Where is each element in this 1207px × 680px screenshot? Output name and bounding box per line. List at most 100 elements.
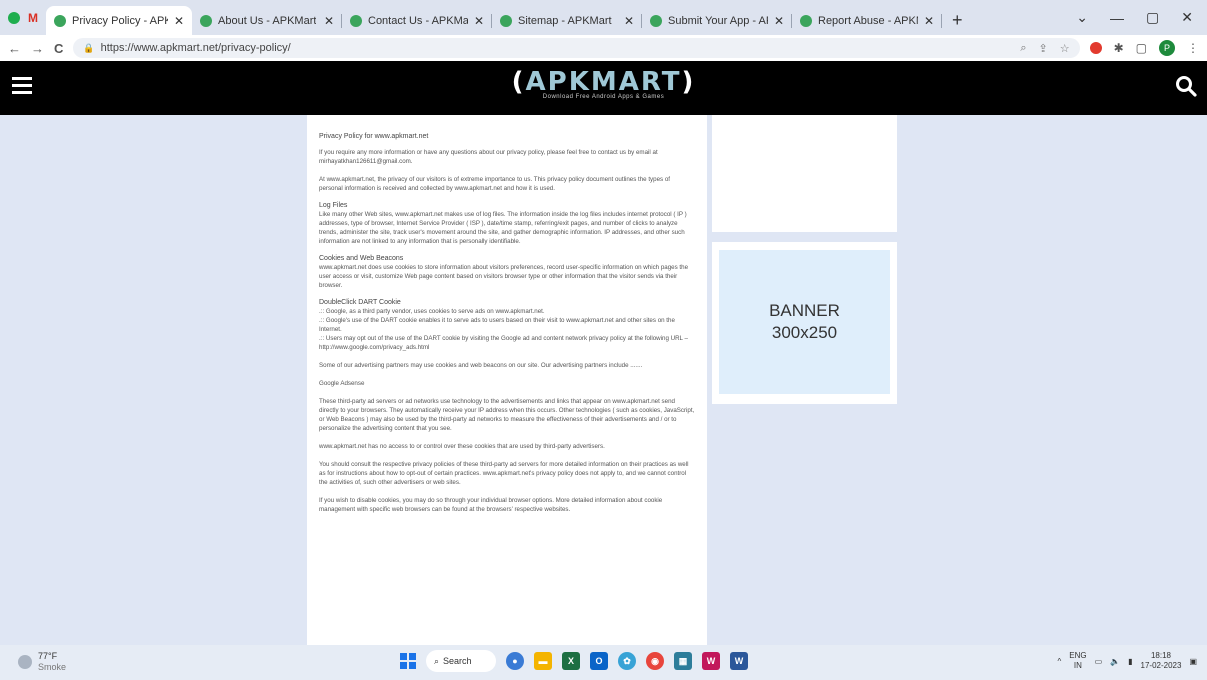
extensions-puzzle-icon[interactable]: ✱ — [1114, 41, 1124, 55]
site-favicon-icon — [500, 14, 512, 27]
close-tab-icon[interactable]: ✕ — [174, 14, 184, 28]
tab-title: Report Abuse - APKMart — [818, 14, 918, 27]
battery-icon[interactable]: ▮ — [1128, 657, 1132, 666]
minimize-button[interactable]: — — [1110, 10, 1124, 26]
tab-about-us[interactable]: About Us - APKMart ✕ — [192, 6, 342, 35]
word-icon[interactable]: W — [730, 652, 748, 670]
privacy-policy-article: Privacy Policy for www.apkmart.net If yo… — [307, 115, 707, 645]
notification-icon[interactable]: ▣ — [1189, 657, 1197, 666]
forward-icon[interactable]: → — [31, 41, 44, 56]
windows-taskbar: 77°F Smoke ⌕ Search ● ▬ X O ✿ ◉ ▦ W W ^ … — [0, 645, 1207, 680]
banner-size: 300x250 — [771, 323, 838, 342]
banner-label: BANNER — [769, 301, 840, 320]
logo-tagline: Download Free Android Apps & Games — [542, 94, 665, 100]
photos-icon[interactable]: ✿ — [618, 652, 636, 670]
site-favicon-icon — [650, 14, 662, 27]
weather-condition: Smoke — [38, 662, 67, 672]
close-tab-icon[interactable]: ✕ — [624, 14, 634, 28]
article-paragraph: If you wish to disable cookies, you may … — [319, 497, 663, 513]
site-favicon-icon — [200, 14, 212, 27]
article-heading: Privacy Policy for www.apkmart.net — [319, 133, 429, 140]
site-favicon-icon — [54, 14, 66, 27]
volume-icon[interactable]: 🔈 — [1110, 657, 1120, 666]
outlook-icon[interactable]: O — [590, 652, 608, 670]
gmail-icon[interactable]: M — [28, 11, 38, 25]
network-icon[interactable]: ▭ — [1095, 657, 1103, 666]
article-paragraph: You should consult the respective privac… — [319, 461, 689, 486]
close-tab-icon[interactable]: ✕ — [924, 14, 934, 28]
window-controls: ⌄ — ▢ ✕ — [1076, 0, 1207, 35]
tab-report-abuse[interactable]: Report Abuse - APKMart ✕ — [792, 6, 942, 35]
section-heading-log-files: Log Files — [319, 202, 348, 209]
close-tab-icon[interactable]: ✕ — [474, 14, 484, 28]
excel-icon[interactable]: X — [562, 652, 580, 670]
weather-temp: 77°F — [38, 651, 58, 661]
whatsapp-icon[interactable] — [8, 11, 20, 24]
site-favicon-icon — [350, 14, 362, 27]
browser-toolbar: ← → C 🔒 https://www.apkmart.net/privacy-… — [0, 35, 1207, 61]
tab-submit-your-app[interactable]: Submit Your App - APK ✕ — [642, 6, 792, 35]
share-icon[interactable]: ⇪ — [1039, 42, 1048, 55]
extension-icon[interactable] — [1089, 42, 1102, 54]
clock[interactable]: 18:18 17-02-2023 — [1141, 651, 1182, 671]
search-icon[interactable] — [1175, 75, 1197, 97]
logo-text: APKMART — [525, 67, 682, 97]
article-paragraph: Some of our advertising partners may use… — [319, 362, 643, 369]
store-icon[interactable]: ▦ — [674, 652, 692, 670]
tab-search-chevron-icon[interactable]: ⌄ — [1076, 9, 1088, 26]
menu-kebab-icon[interactable]: ⋮ — [1187, 41, 1199, 55]
tab-contact-us[interactable]: Contact Us - APKMart ✕ — [342, 6, 492, 35]
article-paragraph: .:: Google's use of the DART cookie enab… — [319, 317, 675, 333]
tab-title: Submit Your App - APK — [668, 14, 768, 27]
reload-icon[interactable]: C — [54, 41, 63, 56]
browser-tab-strip: M Privacy Policy - APKMart ✕ About Us - … — [0, 0, 1207, 35]
section-heading-dart-cookie: DoubleClick DART Cookie — [319, 299, 401, 306]
close-tab-icon[interactable]: ✕ — [774, 14, 784, 28]
close-tab-icon[interactable]: ✕ — [324, 14, 334, 28]
tab-title: About Us - APKMart — [218, 14, 317, 27]
side-panel-icon[interactable]: ▢ — [1136, 41, 1147, 55]
lock-icon: 🔒 — [83, 42, 95, 53]
article-paragraph: Like many other Web sites, www.apkmart.n… — [319, 211, 687, 245]
banner-ad[interactable]: BANNER 300x250 — [719, 250, 890, 394]
article-paragraph: www.apkmart.net has no access to or cont… — [319, 443, 605, 450]
profile-avatar[interactable]: P — [1159, 40, 1175, 56]
article-paragraph: Google Adsense — [319, 380, 365, 387]
system-tray: ^ ENG IN ▭ 🔈 ▮ 18:18 17-02-2023 ▣ — [1057, 651, 1197, 671]
site-favicon-icon — [800, 14, 812, 27]
weather-widget[interactable]: 77°F Smoke — [18, 651, 66, 673]
section-heading-cookies: Cookies and Web Beacons — [319, 255, 404, 262]
tab-title: Sitemap - APKMart — [518, 14, 612, 27]
weather-icon — [18, 655, 32, 669]
tab-title: Contact Us - APKMart — [368, 14, 468, 27]
url-text: https://www.apkmart.net/privacy-policy/ — [100, 42, 291, 54]
tab-sitemap[interactable]: Sitemap - APKMart ✕ — [492, 6, 642, 35]
zoom-icon[interactable]: ⌕ — [1020, 42, 1026, 55]
widgets-icon[interactable]: ● — [506, 652, 524, 670]
article-paragraph: www.apkmart.net does use cookies to stor… — [319, 264, 689, 289]
site-header: (APKMART) Download Free Android Apps & G… — [0, 61, 1207, 115]
address-bar[interactable]: 🔒 https://www.apkmart.net/privacy-policy… — [73, 38, 1080, 58]
bookmark-star-icon[interactable]: ☆ — [1060, 42, 1070, 55]
file-explorer-icon[interactable]: ▬ — [534, 652, 552, 670]
sidebar-ad-widget: BANNER 300x250 — [712, 242, 897, 404]
tab-privacy-policy[interactable]: Privacy Policy - APKMart ✕ — [46, 6, 192, 35]
start-icon[interactable] — [400, 653, 416, 669]
pinned-tabs: M — [0, 0, 46, 35]
back-icon[interactable]: ← — [8, 41, 21, 56]
article-paragraph: These third-party ad servers or ad netwo… — [319, 398, 695, 432]
close-window-button[interactable]: ✕ — [1181, 9, 1193, 26]
restore-button[interactable]: ▢ — [1146, 9, 1159, 26]
taskbar-apps: ⌕ Search ● ▬ X O ✿ ◉ ▦ W W — [400, 650, 748, 672]
paint-icon[interactable]: W — [702, 652, 720, 670]
language-indicator[interactable]: ENG IN — [1069, 651, 1086, 671]
chrome-icon[interactable]: ◉ — [646, 652, 664, 670]
tab-title: Privacy Policy - APKMart — [72, 14, 168, 27]
taskbar-search[interactable]: ⌕ Search — [426, 650, 496, 672]
tray-chevron-icon[interactable]: ^ — [1057, 657, 1061, 666]
site-logo[interactable]: (APKMART) Download Free Android Apps & G… — [0, 67, 1207, 100]
new-tab-button[interactable]: + — [942, 5, 973, 35]
article-paragraph: At www.apkmart.net, the privacy of our v… — [319, 176, 671, 192]
search-icon: ⌕ — [434, 655, 440, 666]
article-paragraph: If you require any more information or h… — [319, 149, 658, 165]
